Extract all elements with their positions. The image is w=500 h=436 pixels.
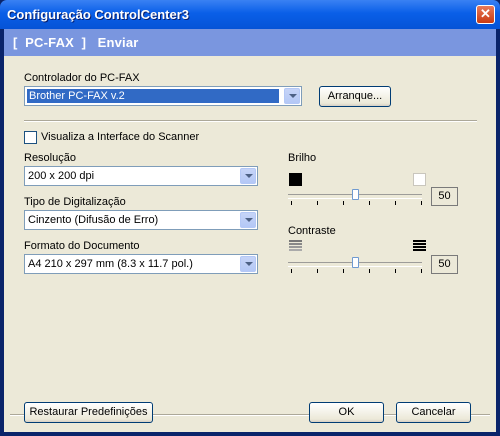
settings-panel: Controlador do PC-FAX Brother PC-FAX v.2… xyxy=(4,56,496,432)
chevron-down-icon[interactable] xyxy=(240,256,256,272)
contrast-label: Contraste xyxy=(288,225,336,237)
title-bar[interactable]: Configuração ControlCenter3 ✕ xyxy=(0,0,500,29)
ok-button[interactable]: OK xyxy=(309,402,384,423)
chevron-down-icon[interactable] xyxy=(240,168,256,184)
high-contrast-icon xyxy=(413,240,426,251)
window-title: Configuração ControlCenter3 xyxy=(7,7,190,22)
setup-button[interactable]: Arranque... xyxy=(319,86,391,107)
scanner-interface-checkbox[interactable] xyxy=(24,131,37,144)
restore-defaults-button[interactable]: Restaurar Predefinições xyxy=(24,402,153,423)
resolution-label: Resolução xyxy=(24,152,76,164)
document-size-select[interactable]: A4 210 x 297 mm (8.3 x 11.7 pol.) xyxy=(24,254,258,274)
scan-type-select[interactable]: Cinzento (Difusão de Erro) xyxy=(24,210,258,230)
scan-type-label: Tipo de Digitalização xyxy=(24,196,126,208)
divider xyxy=(24,120,477,122)
chevron-down-icon[interactable] xyxy=(284,88,300,104)
black-square-icon xyxy=(289,173,302,186)
dialog-window: Configuração ControlCenter3 ✕ [ PC-FAX ]… xyxy=(0,0,500,436)
driver-label: Controlador do PC-FAX xyxy=(24,72,140,84)
chevron-down-icon[interactable] xyxy=(240,212,256,228)
scanner-interface-label: Visualiza a Interface do Scanner xyxy=(41,131,200,143)
resolution-select-value: 200 x 200 dpi xyxy=(28,170,95,182)
document-size-label: Formato do Documento xyxy=(24,240,140,252)
close-icon: ✕ xyxy=(480,6,491,21)
brightness-value[interactable]: 50 xyxy=(431,187,458,206)
contrast-slider-thumb[interactable] xyxy=(352,257,359,268)
section-header-text: [ PC-FAX ] Enviar xyxy=(13,35,139,50)
contrast-value[interactable]: 50 xyxy=(431,255,458,274)
driver-select[interactable]: Brother PC-FAX v.2 xyxy=(24,86,302,106)
section-header: [ PC-FAX ] Enviar xyxy=(4,29,496,56)
dialog-client: [ PC-FAX ] Enviar Controlador do PC-FAX … xyxy=(4,29,496,432)
low-contrast-icon xyxy=(289,240,302,251)
close-button[interactable]: ✕ xyxy=(476,5,495,24)
document-size-select-value: A4 210 x 297 mm (8.3 x 11.7 pol.) xyxy=(28,258,193,270)
scan-type-select-value: Cinzento (Difusão de Erro) xyxy=(28,214,159,226)
white-square-icon xyxy=(413,173,426,186)
brightness-ticks xyxy=(291,201,422,205)
resolution-select[interactable]: 200 x 200 dpi xyxy=(24,166,258,186)
brightness-label: Brilho xyxy=(288,152,317,164)
cancel-button[interactable]: Cancelar xyxy=(396,402,471,423)
driver-select-value: Brother PC-FAX v.2 xyxy=(27,89,279,103)
contrast-ticks xyxy=(291,269,422,273)
brightness-slider-thumb[interactable] xyxy=(352,189,359,200)
